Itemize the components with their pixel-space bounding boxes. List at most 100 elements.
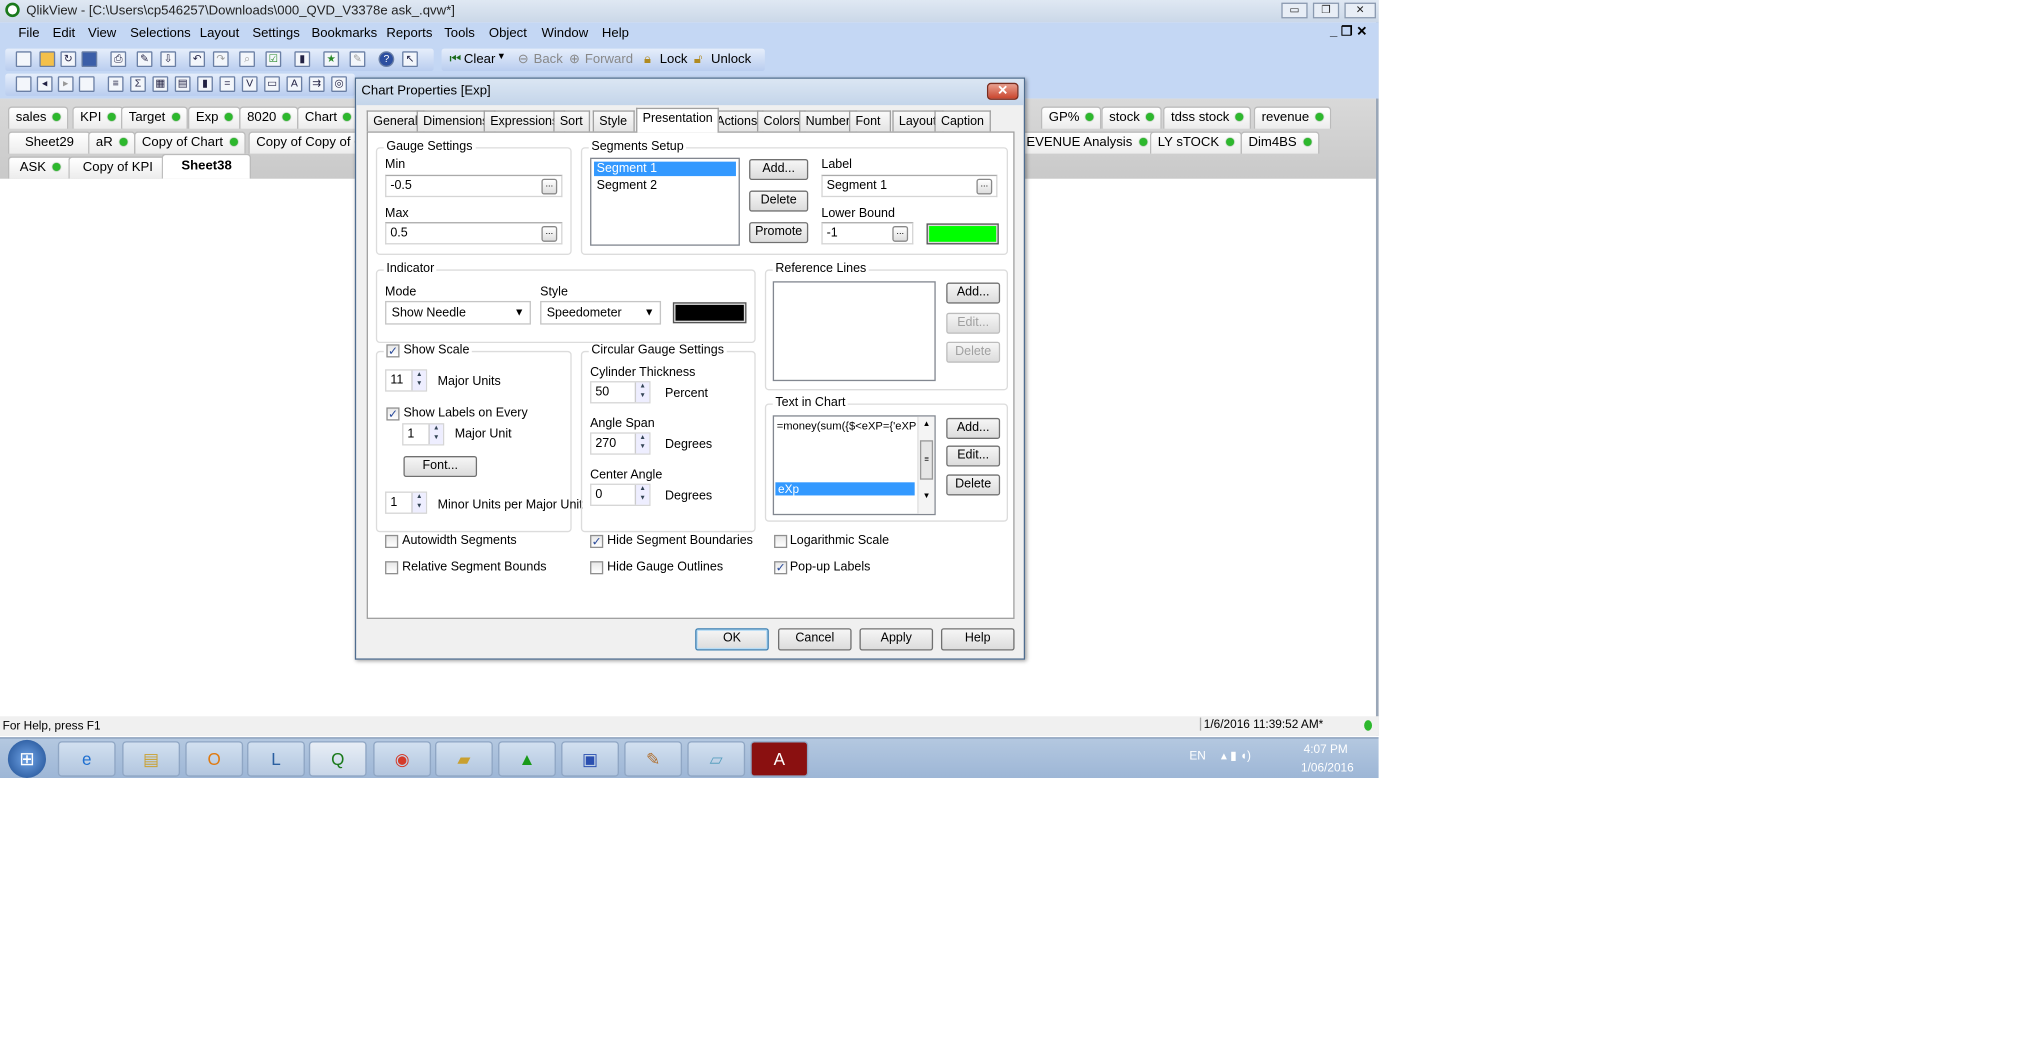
lock-button[interactable]: Lock — [660, 53, 688, 67]
line-arrow-icon[interactable]: ⇉ — [308, 76, 325, 92]
segment-add-button[interactable]: Add... — [749, 159, 809, 181]
reload-icon[interactable]: ↻ — [60, 51, 77, 68]
start-button[interactable]: ⊞ — [7, 739, 46, 779]
tab-sort[interactable]: Sort — [553, 110, 591, 132]
mode-dropdown[interactable]: Show Needle ▼ — [385, 300, 531, 325]
demote-sheet-icon[interactable]: ▸ — [57, 76, 74, 92]
close-button[interactable]: ✕ — [1344, 2, 1376, 19]
unlock-button[interactable]: Unlock — [711, 53, 751, 67]
acrobat-icon[interactable]: A — [750, 741, 809, 777]
sheet-tab-ar[interactable]: aR — [88, 131, 136, 154]
lync-icon[interactable]: L — [247, 741, 305, 777]
segment-item[interactable]: Segment 2 — [594, 179, 736, 193]
major-units-spinner[interactable]: 11 ▲ ▼ — [385, 369, 428, 392]
internet-explorer-icon[interactable]: e — [57, 741, 116, 777]
star-icon[interactable]: ★ — [323, 51, 340, 68]
help-button[interactable]: Help — [940, 628, 1015, 651]
check-icon[interactable]: ☑ — [265, 51, 282, 68]
segment-delete-button[interactable]: Delete — [749, 190, 809, 212]
clock-time[interactable]: 4:07 PM — [1304, 743, 1348, 756]
angle-span-spinner[interactable]: 270 ▲ ▼ — [590, 432, 651, 455]
slider-icon[interactable]: ◎ — [331, 76, 347, 92]
menu-layout[interactable]: Layout — [200, 26, 239, 40]
lower-bound-expression-button[interactable]: ... — [892, 226, 909, 242]
segments-list[interactable]: Segment 1 Segment 2 — [590, 157, 740, 246]
redo-icon[interactable]: ↷ — [212, 51, 229, 68]
statistics-box-icon[interactable]: Σ — [130, 76, 146, 92]
cancel-button[interactable]: Cancel — [778, 628, 852, 651]
context-help-icon[interactable]: ↖ — [402, 51, 418, 68]
tab-presentation[interactable]: Presentation — [636, 107, 720, 133]
notepad-icon[interactable]: ▱ — [687, 741, 746, 777]
search-icon[interactable]: ⌕ — [239, 51, 255, 68]
paint-icon[interactable]: ✎ — [624, 741, 683, 777]
undo-icon[interactable]: ↶ — [189, 51, 206, 68]
tab-general[interactable]: General — [366, 110, 425, 132]
text-in-chart-list[interactable]: =money(sum({$<eXP={'eXP'} eXp ▲ ≡ ▼ — [772, 415, 936, 516]
sheet-tab-ly-stock[interactable]: LY sTOCK — [1149, 131, 1242, 154]
relative-segment-bounds-checkbox[interactable] — [385, 561, 399, 575]
export-icon[interactable]: ⇩ — [160, 51, 177, 68]
reference-add-button[interactable]: Add... — [946, 282, 1001, 304]
save-icon[interactable] — [81, 51, 98, 68]
tab-caption[interactable]: Caption — [934, 110, 991, 132]
label-expression-button[interactable]: ... — [976, 178, 993, 195]
edit-script-icon[interactable]: ✎ — [136, 51, 153, 68]
sheet-tab-tdss-stock[interactable]: tdss stock — [1163, 106, 1252, 129]
menu-tools[interactable]: Tools — [444, 26, 475, 40]
print-icon[interactable]: ⎙ — [110, 51, 127, 68]
sheet-properties-icon[interactable] — [78, 76, 95, 92]
chart-icon[interactable]: ▮ — [197, 76, 213, 92]
design-icon[interactable]: ✎ — [349, 51, 366, 68]
tab-number[interactable]: Number — [799, 110, 857, 132]
min-expression-button[interactable]: ... — [541, 178, 558, 195]
clear-button[interactable]: Clear — [464, 53, 495, 67]
show-scale-checkbox[interactable]: ✓ Show Scale — [383, 343, 473, 358]
sheet-tab-revenue[interactable]: revenue — [1253, 106, 1332, 129]
sheet-tab-ask[interactable]: ASK — [7, 156, 73, 179]
max-expression-button[interactable]: ... — [541, 226, 558, 242]
table-box-icon[interactable]: ▦ — [152, 76, 169, 92]
text-edit-button[interactable]: Edit... — [946, 445, 1001, 467]
segment-color-button[interactable] — [926, 223, 999, 245]
open-icon[interactable] — [39, 51, 56, 68]
text-add-button[interactable]: Add... — [946, 417, 1001, 439]
sheet-tab-chart[interactable]: Chart — [297, 106, 360, 129]
help-icon[interactable]: ? — [378, 51, 395, 68]
forward-button[interactable]: Forward — [585, 53, 633, 67]
button-object-icon[interactable]: ▭ — [264, 76, 280, 92]
reference-lines-list[interactable] — [772, 281, 936, 382]
tab-style[interactable]: Style — [592, 110, 635, 132]
logarithmic-scale-checkbox[interactable] — [774, 534, 788, 549]
menu-bookmarks[interactable]: Bookmarks — [311, 26, 377, 40]
autowidth-segments-checkbox[interactable] — [385, 534, 399, 549]
style-dropdown[interactable]: Speedometer ▼ — [540, 300, 662, 325]
menu-settings[interactable]: Settings — [252, 26, 299, 40]
min-input[interactable]: -0.5... — [385, 174, 563, 198]
multibox-icon[interactable]: ▤ — [174, 76, 191, 92]
text-item[interactable]: =money(sum({$<eXP={'eXP'} — [774, 417, 916, 435]
cylinder-thickness-spinner[interactable]: 50 ▲ ▼ — [590, 381, 651, 404]
sheet-tab-revenue-analysis[interactable]: EVENUE Analysis — [1019, 131, 1155, 154]
menu-view[interactable]: View — [88, 26, 116, 40]
menu-window[interactable]: Window — [541, 26, 588, 40]
sheet-tab-sales[interactable]: sales — [7, 106, 69, 129]
vpn-icon[interactable]: ▲ — [498, 741, 556, 777]
input-box-icon[interactable]: = — [219, 76, 236, 92]
promote-sheet-icon[interactable]: ◂ — [36, 76, 53, 92]
doc-window-controls[interactable]: _ ❐ ✕ — [1330, 25, 1367, 39]
minor-units-spinner[interactable]: 1 ▲ ▼ — [385, 491, 428, 514]
sheet-tab-exp[interactable]: Exp — [187, 106, 241, 129]
clock-date[interactable]: 1/06/2016 — [1301, 761, 1354, 774]
menu-edit[interactable]: Edit — [53, 26, 76, 40]
show-labels-checkbox[interactable]: ✓ — [386, 407, 400, 421]
restore-button[interactable]: ❐ — [1312, 2, 1340, 19]
max-input[interactable]: 0.5... — [385, 222, 563, 245]
remote-desktop-icon[interactable]: ▣ — [561, 741, 619, 777]
hide-gauge-outlines-checkbox[interactable] — [590, 561, 604, 575]
sheet-tab-stock[interactable]: stock — [1101, 106, 1163, 129]
sheet-tab-sheet29[interactable]: Sheet29 — [7, 131, 92, 154]
dialog-title-bar[interactable]: Chart Properties [Exp] ✕ — [356, 78, 1024, 106]
hide-segment-boundaries-checkbox[interactable]: ✓ — [590, 534, 604, 549]
apply-button[interactable]: Apply — [859, 628, 934, 651]
